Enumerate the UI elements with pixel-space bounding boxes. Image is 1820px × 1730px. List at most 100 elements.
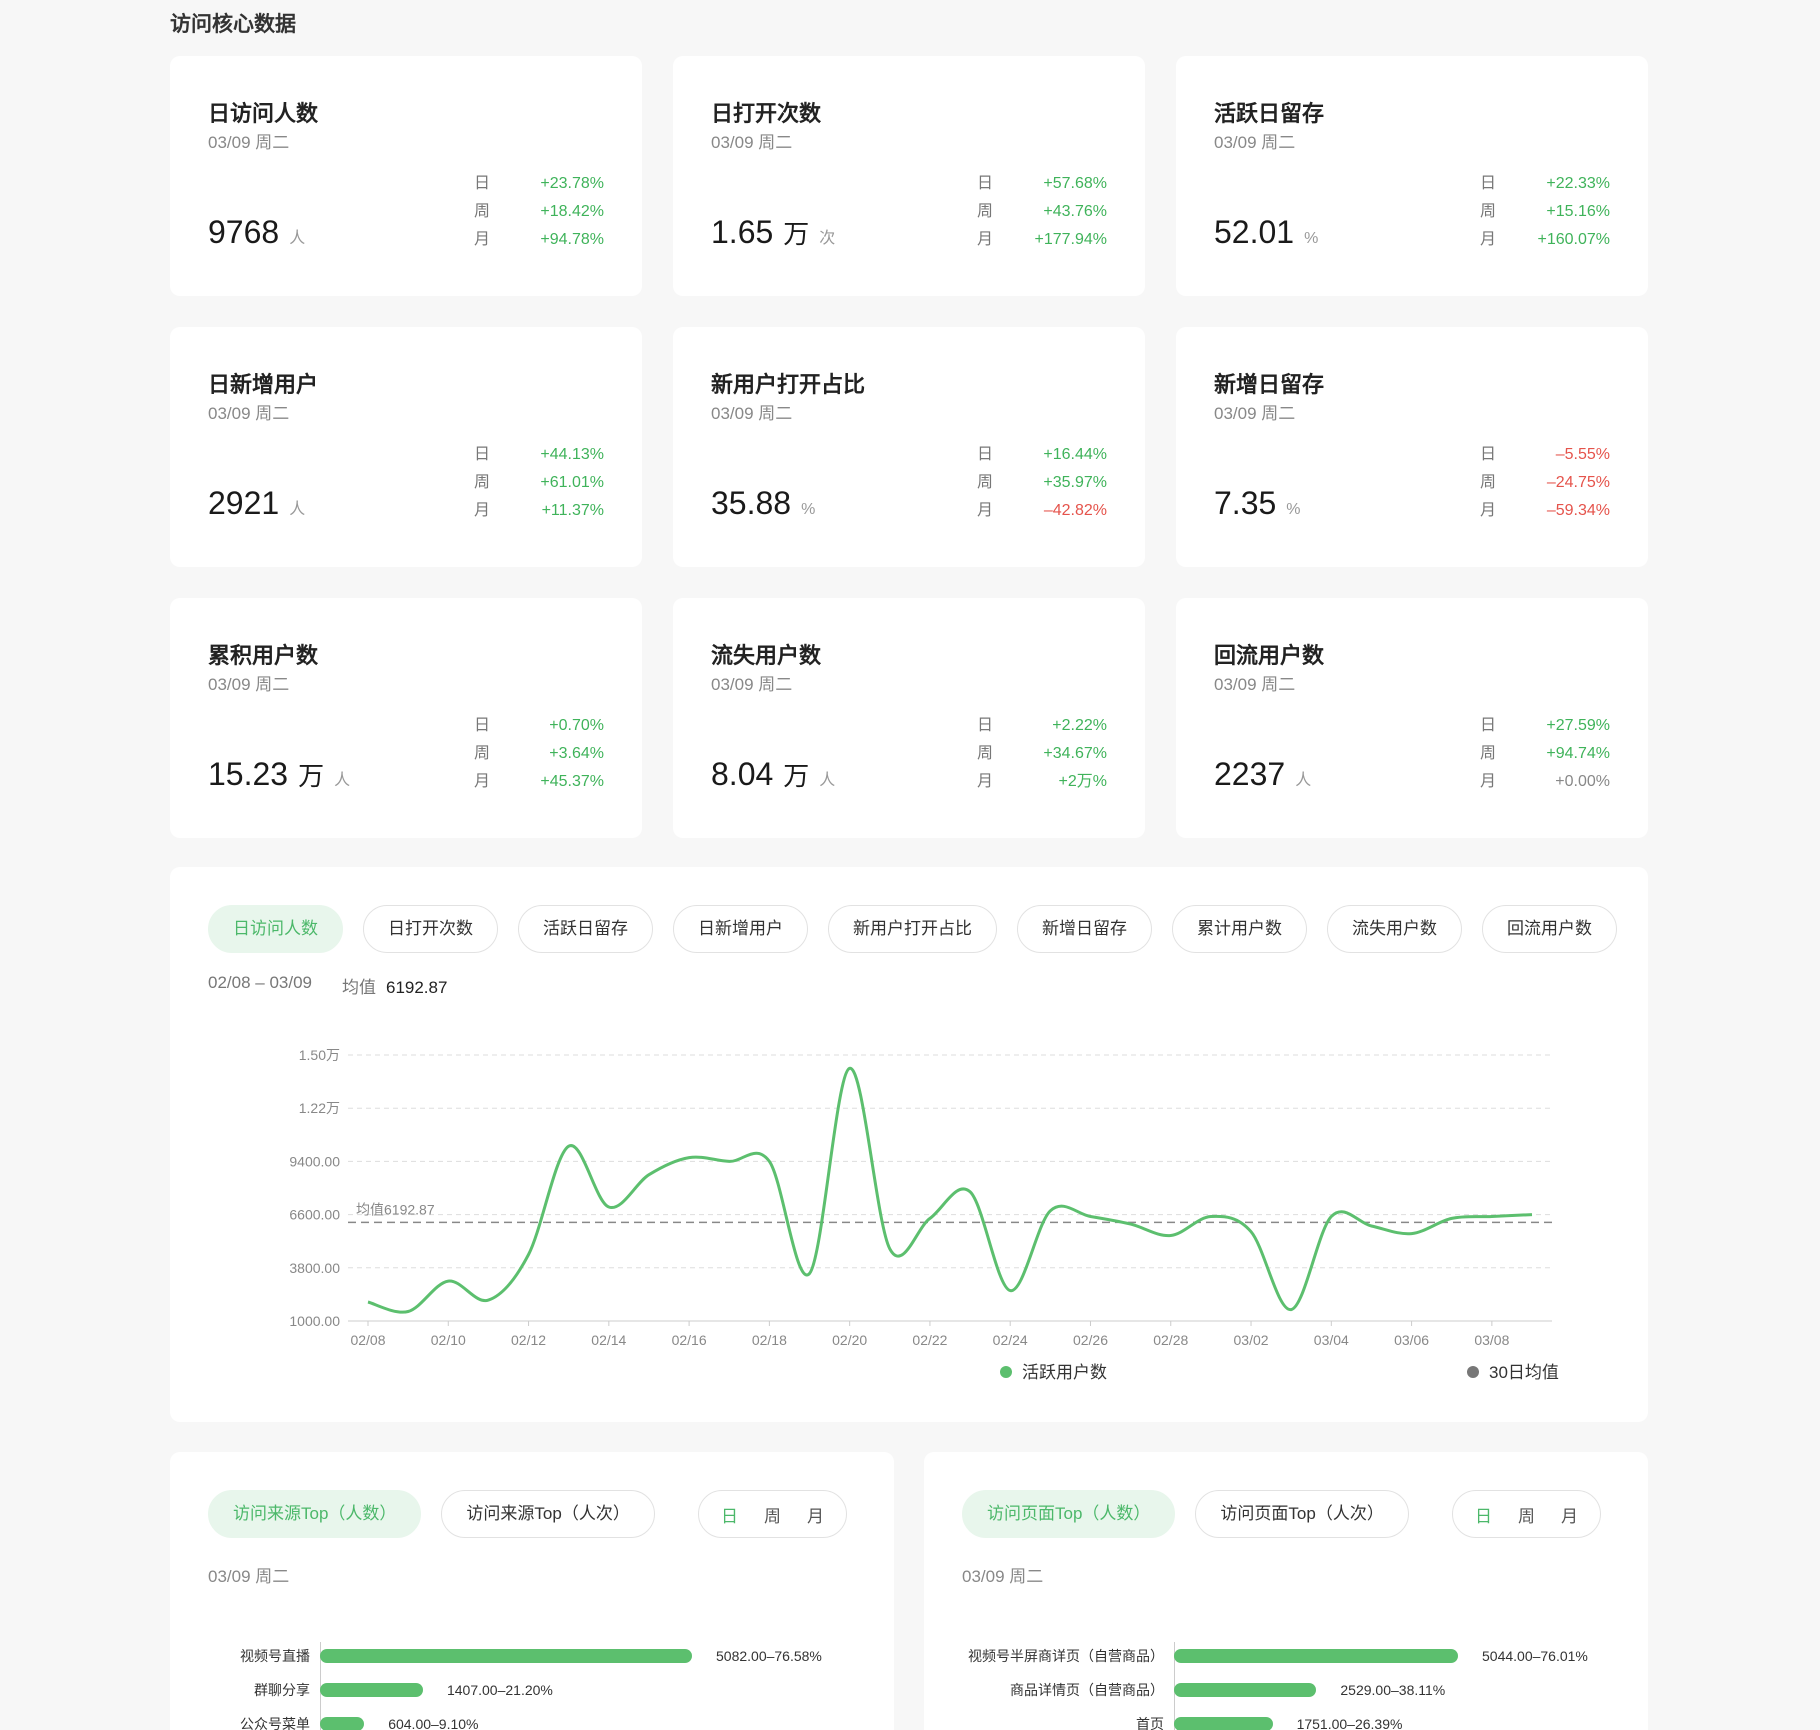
change-period-label: 月 bbox=[474, 773, 491, 790]
change-value: +27.59% bbox=[1546, 717, 1610, 734]
metric-card[interactable]: 新增日留存 03/09 周二 7.35% 日 –5.55% 周 –24.75% 月 –59.34… bbox=[1176, 327, 1648, 567]
period-option[interactable]: 日 bbox=[721, 1502, 738, 1527]
metric-changes: 日 +44.13% 周 +61.01% 月 +11.37% bbox=[474, 441, 604, 525]
source-top-card: 访问来源Top（人数） 访问来源Top（人次） 日 周 月 03/09 周二 视频号直… bbox=[170, 1452, 894, 1730]
metric-value-group: 9768 人 bbox=[208, 214, 305, 251]
metric-title: 累积用户数 bbox=[208, 643, 319, 668]
metric-changes: 日 +2.22% 周 +34.67% 月 +2万% bbox=[977, 712, 1107, 796]
metric-unit: % bbox=[1286, 501, 1301, 518]
bar-category-label: 首页 bbox=[1136, 1716, 1164, 1730]
metric-card[interactable]: 累积用户数 03/09 周二 15.23 万人 日 +0.70% 周 +3.64% 月 +45.3… bbox=[170, 598, 642, 838]
bar-mark[interactable] bbox=[1174, 1683, 1317, 1697]
metric-value-group: 7.35% bbox=[1214, 485, 1301, 522]
change-row: 日 +16.44% bbox=[977, 441, 1107, 469]
metric-unit: 人 bbox=[289, 501, 306, 518]
tab-page-card[interactable]: 访问页面Top（人次） bbox=[1195, 1490, 1409, 1538]
bar-mark[interactable] bbox=[320, 1717, 365, 1730]
change-period-label: 日 bbox=[474, 175, 491, 192]
change-period-label: 日 bbox=[977, 446, 994, 463]
period-option[interactable]: 月 bbox=[807, 1502, 824, 1527]
change-row: 周 +43.76% bbox=[977, 198, 1107, 226]
metric-date: 03/09 周二 bbox=[711, 133, 793, 152]
metric-changes: 日 +16.44% 周 +35.97% 月 –42.82% bbox=[977, 441, 1107, 525]
metric-unit-scale: 万 bbox=[298, 761, 325, 791]
change-row: 月 –59.34% bbox=[1480, 497, 1610, 525]
x-tick-label: 02/22 bbox=[912, 1332, 947, 1348]
period-option[interactable]: 月 bbox=[1561, 1502, 1578, 1527]
x-tick-label: 02/18 bbox=[752, 1332, 787, 1348]
trend-line-chart: 1000.00 3800.00 6600.00 9400.00 1.22万 1.50万 02… bbox=[289, 1047, 1559, 1382]
change-row: 日 –5.55% bbox=[1480, 441, 1610, 469]
metric-card[interactable]: 回流用户数 03/09 周二 2237 人 日 +27.59% 周 +94.74% 月 +0.00… bbox=[1176, 598, 1648, 838]
metric-date: 03/09 周二 bbox=[1214, 675, 1296, 694]
change-value: +23.78% bbox=[540, 175, 604, 192]
change-period-label: 月 bbox=[1480, 773, 1497, 790]
metric-title: 活跃日留存 bbox=[1214, 101, 1325, 126]
metric-card[interactable]: 日新增用户 03/09 周二 2921 人 日 +44.13% 周 +61.01% 月 +11.3… bbox=[170, 327, 642, 567]
change-period-label: 周 bbox=[474, 474, 491, 491]
metric-card[interactable]: 日访问人数 03/09 周二 9768 人 日 +23.78% 周 +18.42% 月 +94.7… bbox=[170, 56, 642, 296]
period-option[interactable]: 周 bbox=[764, 1502, 781, 1527]
change-value: +94.74% bbox=[1546, 745, 1610, 762]
change-value: +3.64% bbox=[549, 745, 604, 762]
metric-value-group: 1.65 万次 bbox=[711, 214, 835, 251]
change-value: –5.55% bbox=[1555, 446, 1610, 463]
metric-value: 2921 bbox=[208, 485, 280, 521]
change-value: +61.01% bbox=[540, 474, 604, 491]
source-tab-bar: 访问来源Top（人数） 访问来源Top（人次） bbox=[208, 1490, 655, 1538]
period-option[interactable]: 周 bbox=[1518, 1502, 1535, 1527]
bar-value-label: 5044.00–76.01% bbox=[1482, 1648, 1588, 1664]
metric-date: 03/09 周二 bbox=[711, 404, 793, 423]
bar-mark[interactable] bbox=[320, 1683, 423, 1697]
metric-card[interactable]: 活跃日留存 03/09 周二 52.01% 日 +22.33% 周 +15.16% 月 +160… bbox=[1176, 56, 1648, 296]
metric-value-group: 2237 人 bbox=[1214, 756, 1311, 793]
change-row: 月 +45.37% bbox=[474, 768, 604, 796]
tab-source-card[interactable]: 访问来源Top（人次） bbox=[441, 1490, 655, 1538]
change-period-label: 月 bbox=[1480, 231, 1497, 248]
change-row: 周 –24.75% bbox=[1480, 469, 1610, 497]
tab-source-card[interactable]: 访问来源Top（人数） bbox=[208, 1490, 422, 1538]
bar-mark[interactable] bbox=[1174, 1649, 1458, 1663]
metric-value: 52.01 bbox=[1214, 214, 1295, 250]
tab-page-card[interactable]: 访问页面Top（人数） bbox=[962, 1490, 1176, 1538]
metric-card[interactable]: 日打开次数 03/09 周二 1.65 万次 日 +57.68% 周 +43.76% 月 +177… bbox=[673, 56, 1145, 296]
change-value: +35.97% bbox=[1043, 474, 1107, 491]
x-tick-label: 03/06 bbox=[1394, 1332, 1429, 1348]
bar-value-label: 604.00–9.10% bbox=[388, 1716, 479, 1730]
x-tick-label: 02/16 bbox=[672, 1332, 707, 1348]
metric-value: 7.35 bbox=[1214, 485, 1277, 521]
change-period-label: 日 bbox=[1480, 446, 1497, 463]
x-tick-label: 02/24 bbox=[993, 1332, 1028, 1348]
metric-card[interactable]: 流失用户数 03/09 周二 8.04 万人 日 +2.22% 周 +34.67% 月 +2万% bbox=[673, 598, 1145, 838]
metric-value-group: 35.88% bbox=[711, 485, 815, 522]
change-row: 月 +0.00% bbox=[1480, 768, 1610, 796]
series-line-active-users bbox=[367, 1066, 1533, 1314]
metric-title: 回流用户数 bbox=[1214, 643, 1325, 668]
x-tick-label: 02/20 bbox=[832, 1332, 867, 1348]
change-row: 月 –42.82% bbox=[977, 497, 1107, 525]
change-period-label: 日 bbox=[977, 175, 994, 192]
bar-mark[interactable] bbox=[320, 1649, 692, 1663]
change-value: +94.78% bbox=[540, 231, 604, 248]
bar-mark[interactable] bbox=[1174, 1717, 1273, 1730]
change-row: 周 +34.67% bbox=[977, 740, 1107, 768]
metric-unit-scale: 万 bbox=[783, 761, 810, 791]
change-value: +44.13% bbox=[540, 446, 604, 463]
source-period-switch: 日周月 bbox=[698, 1490, 847, 1538]
change-value: +18.42% bbox=[540, 203, 604, 220]
change-value: –42.82% bbox=[1043, 502, 1107, 519]
change-period-label: 日 bbox=[474, 717, 491, 734]
change-row: 周 +61.01% bbox=[474, 469, 604, 497]
metric-value: 8.04 bbox=[711, 756, 774, 792]
legend-label-average: 30日均值 bbox=[1489, 1363, 1559, 1382]
change-period-label: 日 bbox=[1480, 175, 1497, 192]
change-row: 日 +23.78% bbox=[474, 170, 604, 198]
metric-value-group: 2921 人 bbox=[208, 485, 305, 522]
change-value: +11.37% bbox=[541, 502, 604, 519]
metric-card[interactable]: 新用户打开占比 03/09 周二 35.88% 日 +16.44% 周 +35.97% 月 –4… bbox=[673, 327, 1145, 567]
period-option[interactable]: 日 bbox=[1475, 1502, 1492, 1527]
metric-title: 新用户打开占比 bbox=[711, 372, 866, 397]
x-tick-label: 02/28 bbox=[1153, 1332, 1188, 1348]
metric-value: 1.65 bbox=[711, 214, 774, 250]
legend-label-active-users: 活跃用户数 bbox=[1022, 1363, 1107, 1382]
